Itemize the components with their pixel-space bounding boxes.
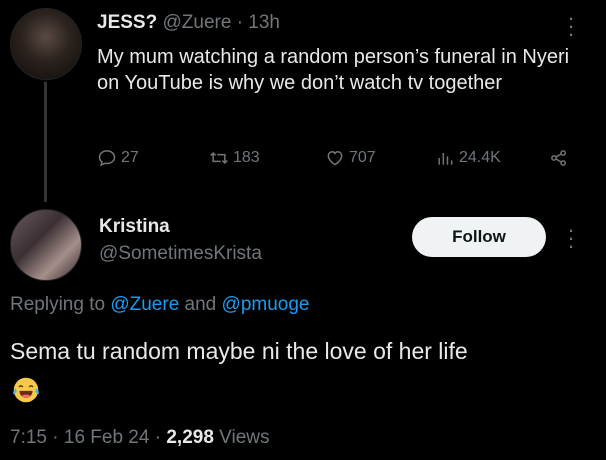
avatar-kristina[interactable] (10, 209, 82, 281)
replying-to-label: Replying to (10, 294, 106, 315)
parent-more-options-icon[interactable]: · · · (566, 7, 576, 45)
like-count: 707 (349, 149, 376, 166)
avatar-jess[interactable] (10, 8, 82, 80)
mention-link-pmuoge[interactable]: @pmuoge (222, 294, 310, 315)
separator-dot: · (52, 427, 59, 448)
like-action[interactable]: 707 (325, 145, 376, 171)
follow-button[interactable]: Follow (412, 217, 546, 257)
parent-time[interactable]: 13h (248, 12, 280, 33)
views-action[interactable]: 24.4K (435, 145, 501, 171)
mention-link-zuere[interactable]: @Zuere (110, 294, 179, 315)
thread-connector-line (44, 82, 47, 202)
reply-tweet-text: Sema tu random maybe ni the love of her … (10, 338, 468, 364)
parent-display-name[interactable]: JESS? (97, 12, 157, 33)
parent-action-bar: 27 183 707 24.4K (97, 145, 577, 171)
parent-tweet-text: My mum watching a random person’s funera… (97, 46, 570, 94)
reply-time[interactable]: 7:15 (10, 427, 47, 448)
separator-dot: · (236, 12, 244, 33)
replying-to-line: Replying to @Zuere and @pmuoge (10, 294, 309, 316)
reply-action[interactable]: 27 (97, 145, 139, 171)
replying-and-text: and (184, 294, 217, 315)
views-count: 24.4K (459, 149, 501, 166)
reply-views-count: 2,298 (166, 427, 214, 448)
reply-views-label: Views (219, 427, 270, 448)
reply-more-options-icon[interactable]: · · · (566, 219, 576, 257)
parent-handle[interactable]: @Zuere (162, 12, 231, 33)
views-bar-chart-icon (438, 153, 453, 165)
face-with-tears-of-joy-icon (13, 377, 39, 403)
reply-date[interactable]: 16 Feb 24 (64, 427, 150, 448)
parent-tweet-header: JESS? @Zuere · 13h (97, 12, 280, 34)
retweet-icon (210, 151, 228, 165)
retweet-action[interactable]: 183 (209, 145, 260, 171)
heart-icon (327, 150, 343, 166)
reply-handle[interactable]: @SometimesKrista (99, 243, 262, 265)
retweet-count: 183 (233, 149, 260, 166)
reply-count: 27 (121, 149, 139, 166)
reply-display-name[interactable]: Kristina (99, 216, 170, 238)
share-icon (551, 150, 567, 166)
reply-meta-line: 7:15 · 16 Feb 24 · 2,298 Views (10, 427, 270, 449)
share-action[interactable] (549, 145, 569, 171)
separator-dot: · (154, 427, 162, 448)
reply-icon (98, 150, 116, 167)
